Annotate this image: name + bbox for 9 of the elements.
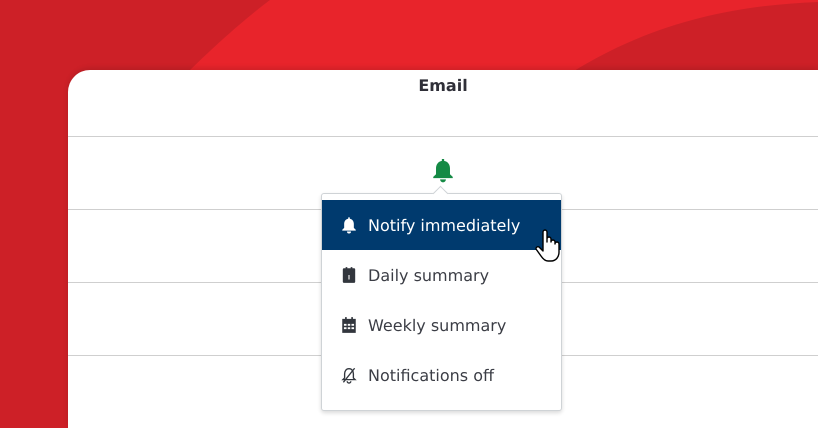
calendar-icon — [340, 266, 358, 284]
menu-item[interactable]: Notify immediately — [322, 200, 561, 250]
calendar-icon — [340, 316, 358, 334]
bell-icon — [340, 216, 358, 234]
menu-item[interactable]: Daily summary — [322, 250, 561, 300]
bell-off-icon — [340, 366, 358, 384]
menu-item[interactable]: Weekly summary — [322, 300, 561, 350]
column-header: Email — [418, 76, 468, 97]
menu-item[interactable]: Notifications off — [322, 350, 561, 400]
